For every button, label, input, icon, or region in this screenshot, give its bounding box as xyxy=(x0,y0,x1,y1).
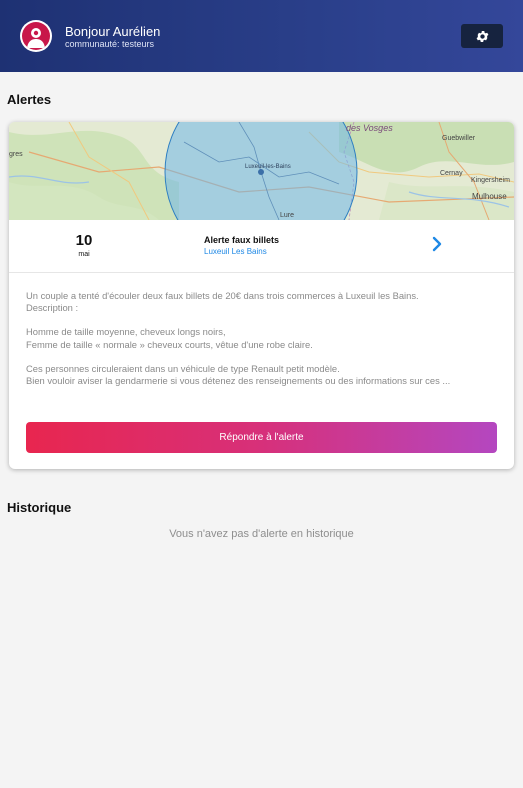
alert-month: mai xyxy=(78,251,90,258)
map-label-guebwiller: Guebwiller xyxy=(442,135,476,142)
description-line: Description : xyxy=(26,302,79,314)
map-label-kingersheim: Kingersheim xyxy=(471,177,510,184)
alert-title: Alerte faux billets xyxy=(204,235,280,245)
description-line: Ces personnes circuleraient dans un véhi… xyxy=(26,362,340,374)
alert-summary-row[interactable]: 10 mai Alerte faux billets Luxeuil Les B… xyxy=(9,220,514,273)
avatar[interactable] xyxy=(20,20,52,52)
settings-button[interactable] xyxy=(461,24,503,48)
community-text: communauté: testeurs xyxy=(65,39,155,49)
respond-alert-button[interactable]: Répondre à l'alerte xyxy=(26,422,497,453)
gear-icon xyxy=(476,30,488,42)
map-label-cernay: Cernay xyxy=(440,170,463,177)
map-label-mulhouse: Mulhouse xyxy=(472,192,507,201)
alerts-section-title: Alertes xyxy=(7,92,52,107)
alert-location[interactable]: Luxeuil Les Bains xyxy=(204,247,267,256)
description-line: Femme de taille « normale » cheveux cour… xyxy=(26,338,313,350)
map-label-lure: Lure xyxy=(280,212,295,219)
map-label-gres: gres xyxy=(9,151,23,158)
chevron-right-icon[interactable] xyxy=(429,236,445,252)
alert-map[interactable]: des Vosges Guebwiller Cernay Kingersheim… xyxy=(9,122,514,220)
history-section-title: Historique xyxy=(7,500,72,515)
description-line: Homme de taille moyenne, cheveux longs n… xyxy=(26,326,226,338)
description-line: Un couple a tenté d'écouler deux faux bi… xyxy=(26,290,419,301)
history-empty-message: Vous n'avez pas d'alerte en historique xyxy=(169,528,354,540)
greeting-text: Bonjour Aurélien xyxy=(65,24,161,39)
alert-description: Un couple a tenté d'écouler deux faux bi… xyxy=(26,290,501,387)
app-header: Bonjour Aurélien communauté: testeurs xyxy=(0,0,523,72)
map-label-region: des Vosges xyxy=(346,123,393,133)
map-label-luxeuil: Luxeuil-les-Bains xyxy=(245,164,291,170)
user-avatar-icon xyxy=(22,22,50,50)
alert-card[interactable]: des Vosges Guebwiller Cernay Kingersheim… xyxy=(9,122,514,469)
alert-day: 10 xyxy=(75,232,93,249)
description-line: Bien vouloir aviser la gendarmerie si vo… xyxy=(26,375,451,387)
